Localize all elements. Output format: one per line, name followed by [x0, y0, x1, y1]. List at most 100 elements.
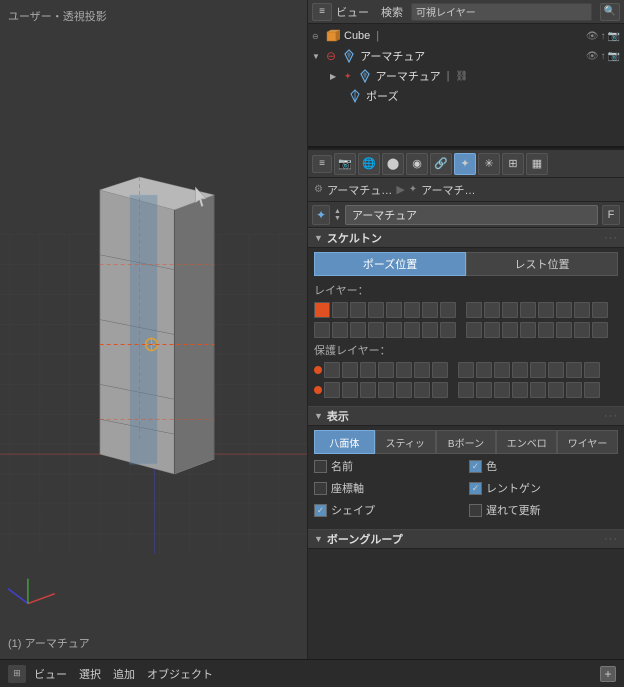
layer-30[interactable]	[556, 322, 572, 338]
protect-11[interactable]	[494, 362, 510, 378]
layer-9[interactable]	[466, 302, 482, 318]
protect-7[interactable]	[432, 362, 448, 378]
layer-8[interactable]	[440, 302, 456, 318]
protect-27[interactable]	[494, 382, 510, 398]
layer-24[interactable]	[440, 322, 456, 338]
layer-29[interactable]	[538, 322, 554, 338]
layer-5[interactable]	[386, 302, 402, 318]
object-btn[interactable]: ◉	[406, 153, 428, 175]
protect-18[interactable]	[342, 382, 358, 398]
render-btn[interactable]: 📷	[334, 153, 356, 175]
protect-9[interactable]	[458, 362, 474, 378]
layer-18[interactable]	[332, 322, 348, 338]
protect-29[interactable]	[530, 382, 546, 398]
layer-7[interactable]	[422, 302, 438, 318]
layer-16[interactable]	[592, 302, 608, 318]
breadcrumb-item1[interactable]: アーマチュ…	[327, 182, 392, 198]
particles-btn[interactable]: ✳	[478, 153, 500, 175]
layer-15[interactable]	[574, 302, 590, 318]
protect-32[interactable]	[584, 382, 600, 398]
layer-22[interactable]	[404, 322, 420, 338]
outliner-menu-btn[interactable]: ≡	[312, 3, 332, 21]
layer-1[interactable]	[314, 302, 330, 318]
outliner-item-pose[interactable]: ポーズ	[308, 86, 624, 106]
datablock-f-btn[interactable]: F	[602, 205, 620, 225]
protect-16[interactable]	[584, 362, 600, 378]
protect-20[interactable]	[378, 382, 394, 398]
datablock-name[interactable]: アーマチュア	[345, 205, 598, 225]
display-tab-envelope[interactable]: エンベロ	[496, 430, 557, 454]
protect-2[interactable]	[342, 362, 358, 378]
protect-6[interactable]	[414, 362, 430, 378]
protect-19[interactable]	[360, 382, 376, 398]
layer-select[interactable]: 可視レイヤー	[411, 3, 592, 21]
display-section-header[interactable]: ▼ 表示 ···	[308, 406, 624, 426]
protect-26[interactable]	[476, 382, 492, 398]
outliner-item-cube[interactable]: ⊖ Cube | 👁 ↑ 📷	[308, 26, 624, 46]
status-icon[interactable]: ⊞	[8, 665, 26, 683]
protect-21[interactable]	[396, 382, 412, 398]
eye-icon[interactable]: 👁	[586, 31, 599, 42]
display-tab-wire[interactable]: ワイヤー	[557, 430, 618, 454]
protect-14[interactable]	[548, 362, 564, 378]
display-tab-octahedral[interactable]: 八面体	[314, 430, 375, 454]
layer-20[interactable]	[368, 322, 384, 338]
layer-4[interactable]	[368, 302, 384, 318]
arrow-up[interactable]: ▲	[334, 208, 341, 215]
layer-31[interactable]	[574, 322, 590, 338]
status-view[interactable]: ビュー	[30, 666, 71, 682]
eye-icon-arm[interactable]: 👁	[586, 51, 599, 62]
world-btn[interactable]: ⬤	[382, 153, 404, 175]
outliner-view-label[interactable]: ビュー	[336, 4, 369, 20]
physics-btn[interactable]: ⊞	[502, 153, 524, 175]
layer-13[interactable]	[538, 302, 554, 318]
prop-menu-btn[interactable]: ≡	[312, 155, 332, 173]
pose-btn[interactable]: ポーズ位置	[314, 252, 466, 276]
protect-28[interactable]	[512, 382, 528, 398]
layer-12[interactable]	[520, 302, 536, 318]
status-add[interactable]: 追加	[109, 666, 139, 682]
check-axis[interactable]	[314, 482, 327, 495]
layer-27[interactable]	[502, 322, 518, 338]
layer-23[interactable]	[422, 322, 438, 338]
rest-btn[interactable]: レスト位置	[466, 252, 618, 276]
render-icon[interactable]: 📷	[608, 31, 620, 42]
breadcrumb-item2[interactable]: アーマチ…	[421, 182, 475, 198]
status-object[interactable]: オブジェクト	[143, 666, 217, 682]
check-shapes[interactable]: ✓	[314, 504, 327, 517]
layer-28[interactable]	[520, 322, 536, 338]
armature-props-btn[interactable]: ✦	[454, 153, 476, 175]
protect-4[interactable]	[378, 362, 394, 378]
outliner-item-armature-root[interactable]: ▼ ⊖ アーマチュア 👁 ↑ 📷	[308, 46, 624, 66]
bone-group-section-header[interactable]: ▼ ボーングループ ···	[308, 529, 624, 549]
layer-26[interactable]	[484, 322, 500, 338]
protect-23[interactable]	[432, 382, 448, 398]
layer-21[interactable]	[386, 322, 402, 338]
layer-2[interactable]	[332, 302, 348, 318]
status-select[interactable]: 選択	[75, 666, 105, 682]
pointer-icon-arm[interactable]: ↑	[601, 51, 606, 62]
check-color[interactable]: ✓	[469, 460, 482, 473]
layer-3[interactable]	[350, 302, 366, 318]
protect-1[interactable]	[324, 362, 340, 378]
layer-14[interactable]	[556, 302, 572, 318]
outliner-item-armature-sub[interactable]: ▶ ✦ アーマチュア | ⛓	[308, 66, 624, 86]
protect-30[interactable]	[548, 382, 564, 398]
protect-3[interactable]	[360, 362, 376, 378]
layer-11[interactable]	[502, 302, 518, 318]
protect-15[interactable]	[566, 362, 582, 378]
layer-32[interactable]	[592, 322, 608, 338]
add-bone-group-btn[interactable]: +	[600, 666, 616, 682]
scene-btn[interactable]: 🌐	[358, 153, 380, 175]
protect-22[interactable]	[414, 382, 430, 398]
pointer-icon[interactable]: ↑	[601, 31, 606, 42]
skeleton-section-header[interactable]: ▼ スケルトン ···	[308, 228, 624, 248]
check-xray[interactable]: ✓	[469, 482, 482, 495]
check-delay[interactable]	[469, 504, 482, 517]
texture-btn[interactable]: ▦	[526, 153, 548, 175]
constraints-btn[interactable]: 🔗	[430, 153, 452, 175]
protect-31[interactable]	[566, 382, 582, 398]
display-tab-bbone[interactable]: Bボーン	[436, 430, 497, 454]
protect-17[interactable]	[324, 382, 340, 398]
protect-13[interactable]	[530, 362, 546, 378]
